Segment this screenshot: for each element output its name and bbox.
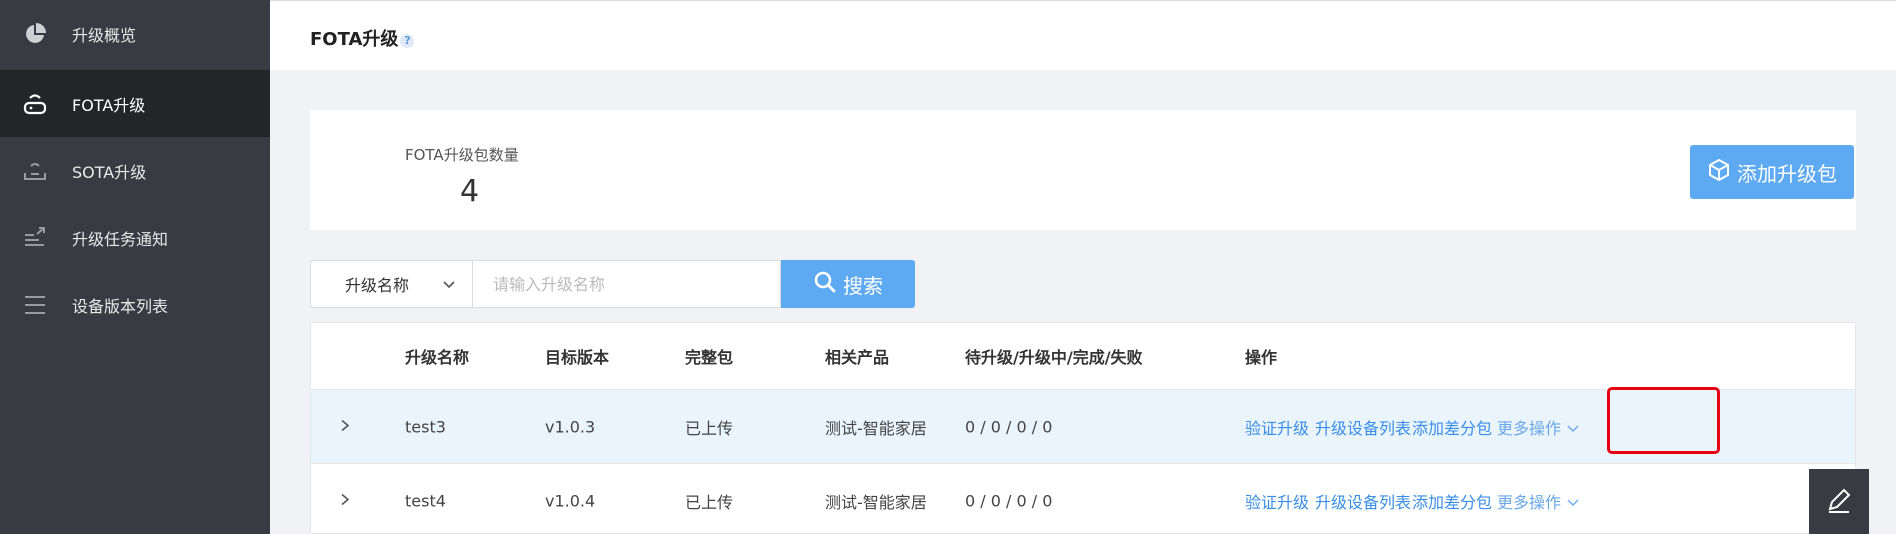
add-diff-package-link[interactable]: 添加差分包 bbox=[1412, 415, 1492, 439]
sidebar-item-device-versions[interactable]: 设备版本列表 bbox=[0, 271, 270, 338]
cell-package: 已上传 bbox=[685, 492, 734, 512]
sidebar-item-label: 设备版本列表 bbox=[72, 296, 169, 316]
cell-version: v1.0.3 bbox=[545, 417, 596, 436]
cell-name: test3 bbox=[405, 417, 446, 436]
list-icon bbox=[22, 292, 48, 318]
more-actions-dropdown[interactable]: 更多操作 bbox=[1497, 489, 1580, 513]
cell-product: 测试-智能家居 bbox=[825, 492, 927, 512]
search-button-label: 搜索 bbox=[843, 273, 883, 298]
page-title-text: FOTA升级 bbox=[310, 29, 399, 50]
search-bar: 升级名称 搜索 bbox=[310, 260, 915, 308]
package-count-label: FOTA升级包数量 bbox=[405, 146, 519, 164]
sidebar: 升级概览 FOTA升级 SOTA升级 升级任务通知 设备版本列表 bbox=[0, 0, 270, 534]
pie-chart-icon bbox=[22, 21, 48, 47]
sidebar-item-notice[interactable]: 升级任务通知 bbox=[0, 204, 270, 271]
add-diff-package-link[interactable]: 添加差分包 bbox=[1412, 489, 1492, 513]
device-list-link[interactable]: 升级设备列表 bbox=[1315, 489, 1411, 513]
column-header-actions: 操作 bbox=[1245, 348, 1278, 367]
summary-card: FOTA升级包数量 4 添加升级包 bbox=[310, 110, 1856, 230]
column-header-package: 完整包 bbox=[685, 348, 734, 367]
cell-package: 已上传 bbox=[685, 418, 734, 438]
package-count-value: 4 bbox=[460, 174, 480, 209]
search-icon bbox=[813, 270, 837, 299]
sidebar-item-overview[interactable]: 升级概览 bbox=[0, 0, 270, 67]
sidebar-item-sota[interactable]: SOTA升级 bbox=[0, 137, 270, 204]
chevron-down-icon bbox=[1567, 425, 1579, 432]
cell-version: v1.0.4 bbox=[545, 491, 596, 510]
sidebar-item-label: 升级任务通知 bbox=[72, 229, 169, 249]
header: FOTA升级? bbox=[270, 0, 1896, 70]
cell-status: 0 / 0 / 0 / 0 bbox=[965, 417, 1053, 436]
column-header-version: 目标版本 bbox=[545, 348, 610, 367]
select-value: 升级名称 bbox=[345, 276, 410, 295]
chevron-down-icon bbox=[442, 276, 456, 295]
cell-product: 测试-智能家居 bbox=[825, 418, 927, 438]
more-actions-dropdown[interactable]: 更多操作 bbox=[1497, 415, 1580, 439]
table-header: 升级名称 目标版本 完整包 相关产品 待升级/升级中/完成/失败 操作 bbox=[311, 323, 1855, 390]
column-header-name: 升级名称 bbox=[405, 348, 470, 367]
package-box-icon bbox=[1707, 158, 1731, 187]
floating-edit-button[interactable] bbox=[1809, 469, 1869, 534]
add-package-label: 添加升级包 bbox=[1737, 161, 1837, 186]
chevron-right-icon[interactable] bbox=[339, 491, 351, 510]
search-button[interactable]: 搜索 bbox=[781, 260, 915, 308]
search-input[interactable] bbox=[473, 260, 781, 308]
search-field-select[interactable]: 升级名称 bbox=[310, 260, 473, 308]
sidebar-item-label: SOTA升级 bbox=[72, 162, 147, 182]
column-header-product: 相关产品 bbox=[825, 348, 890, 367]
cell-name: test4 bbox=[405, 491, 446, 510]
column-header-status: 待升级/升级中/完成/失败 bbox=[965, 348, 1143, 367]
pen-icon bbox=[1824, 485, 1854, 519]
more-actions-label: 更多操作 bbox=[1497, 418, 1562, 438]
add-package-button[interactable]: 添加升级包 bbox=[1690, 145, 1854, 199]
verify-upgrade-link[interactable]: 验证升级 bbox=[1245, 489, 1309, 513]
annotation-highlight-box bbox=[1607, 387, 1720, 454]
sidebar-item-fota[interactable]: FOTA升级 bbox=[0, 70, 270, 137]
notice-icon bbox=[22, 225, 48, 251]
sidebar-item-label: 升级概览 bbox=[72, 25, 137, 45]
more-actions-label: 更多操作 bbox=[1497, 492, 1562, 512]
chevron-right-icon[interactable] bbox=[339, 417, 351, 436]
page-title: FOTA升级? bbox=[310, 25, 415, 51]
tray-icon bbox=[22, 158, 48, 184]
router-icon bbox=[22, 91, 48, 117]
sidebar-item-label: FOTA升级 bbox=[72, 95, 146, 115]
cell-status: 0 / 0 / 0 / 0 bbox=[965, 491, 1053, 510]
help-icon[interactable]: ? bbox=[400, 34, 415, 48]
device-list-link[interactable]: 升级设备列表 bbox=[1315, 415, 1411, 439]
chevron-down-icon bbox=[1567, 499, 1579, 506]
table-row: test4 v1.0.4 已上传 测试-智能家居 0 / 0 / 0 / 0 验… bbox=[311, 464, 1855, 533]
verify-upgrade-link[interactable]: 验证升级 bbox=[1245, 415, 1309, 439]
